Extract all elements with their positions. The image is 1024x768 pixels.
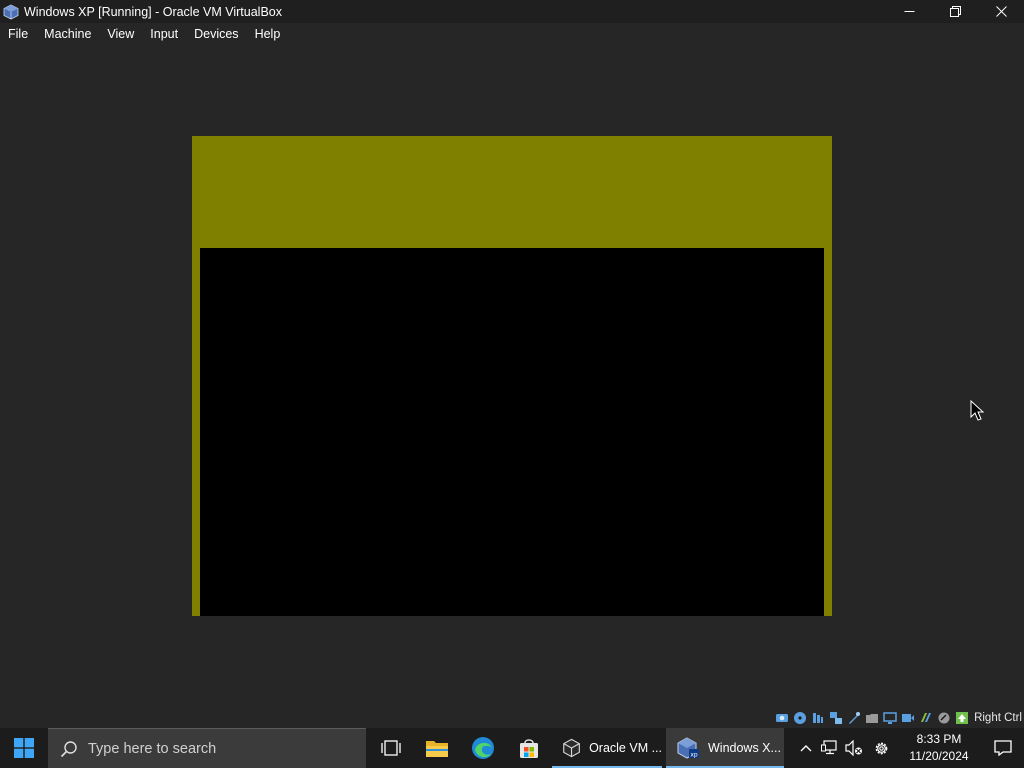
virtualbox-icon	[3, 4, 19, 19]
taskbar-app-label: Oracle VM ...	[589, 741, 662, 755]
menu-devices[interactable]: Devices	[194, 27, 238, 41]
restore-icon	[949, 6, 961, 17]
minimize-icon	[904, 11, 914, 12]
chevron-up-icon	[800, 745, 812, 752]
edge-icon	[472, 737, 494, 759]
close-button[interactable]	[978, 0, 1024, 23]
volume-tray-button[interactable]	[842, 728, 866, 768]
show-hidden-icons-button[interactable]	[794, 728, 818, 768]
menu-input[interactable]: Input	[150, 27, 178, 41]
clock-date: 11/20/2024	[909, 749, 969, 763]
title-bar[interactable]: Windows XP [Running] - Oracle VM Virtual…	[0, 0, 1024, 23]
keyboard-icon[interactable]	[955, 711, 969, 725]
audio-icon[interactable]	[811, 711, 825, 725]
close-icon	[995, 6, 1007, 17]
virtualbox-icon	[563, 738, 580, 758]
network-icon	[821, 740, 837, 755]
search-icon	[60, 740, 77, 757]
network-tray-button[interactable]	[818, 728, 842, 768]
clock[interactable]: 8:33 PM 11/20/2024	[896, 731, 982, 765]
windows-logo-icon	[14, 738, 34, 758]
notifications-button[interactable]	[982, 728, 1024, 768]
menu-view[interactable]: View	[107, 27, 134, 41]
task-view-button[interactable]	[368, 728, 414, 768]
host-key-label: Right Ctrl	[974, 712, 1022, 724]
edge-button[interactable]	[460, 728, 506, 768]
network-icon[interactable]	[829, 711, 843, 725]
hard-disk-icon[interactable]	[775, 711, 789, 725]
window-controls	[886, 0, 1024, 23]
menu-bar: File Machine View Input Devices Help	[0, 23, 1024, 45]
windows-xp-vm-icon: xp	[677, 737, 699, 759]
vm-display[interactable]	[192, 136, 832, 616]
mouse-cursor-icon	[970, 400, 985, 421]
notification-icon	[994, 740, 1012, 756]
vm-display-black-area	[200, 248, 824, 616]
menu-help[interactable]: Help	[255, 27, 281, 41]
window-title: Windows XP [Running] - Oracle VM Virtual…	[24, 4, 282, 19]
svg-text:xp: xp	[690, 752, 698, 759]
display-icon[interactable]	[883, 711, 897, 725]
taskbar-app-windows-xp-vm[interactable]: xp Windows X...	[666, 728, 784, 768]
task-view-icon	[381, 740, 401, 756]
minimize-button[interactable]	[886, 0, 932, 23]
system-tray: 8:33 PM 11/20/2024	[794, 728, 1024, 768]
settings-icon	[875, 742, 887, 754]
optical-drive-icon[interactable]	[793, 711, 807, 725]
mouse-integration-icon[interactable]	[937, 711, 951, 725]
clock-time: 8:33 PM	[916, 732, 962, 746]
start-button[interactable]	[0, 728, 48, 768]
store-button[interactable]	[506, 728, 552, 768]
settings-tray-button[interactable]	[866, 728, 896, 768]
cpu-icon[interactable]	[919, 711, 933, 725]
file-explorer-icon	[426, 741, 448, 757]
vm-status-bar: Right Ctrl	[775, 709, 1022, 727]
store-icon	[520, 739, 538, 758]
taskbar-app-virtualbox-manager[interactable]: Oracle VM ...	[552, 728, 662, 768]
volume-muted-icon	[845, 740, 862, 756]
search-box[interactable]: Type here to search	[48, 728, 366, 768]
menu-file[interactable]: File	[8, 27, 28, 41]
taskbar-app-label: Windows X...	[708, 741, 781, 755]
usb-icon[interactable]	[847, 711, 861, 725]
taskbar: Type here to search Oracle VM ... xp Win…	[0, 728, 1024, 768]
video-capture-icon[interactable]	[901, 711, 915, 725]
search-placeholder: Type here to search	[88, 740, 217, 757]
shared-folder-icon[interactable]	[865, 711, 879, 725]
file-explorer-button[interactable]	[414, 728, 460, 768]
restore-button[interactable]	[932, 0, 978, 23]
menu-machine[interactable]: Machine	[44, 27, 91, 41]
